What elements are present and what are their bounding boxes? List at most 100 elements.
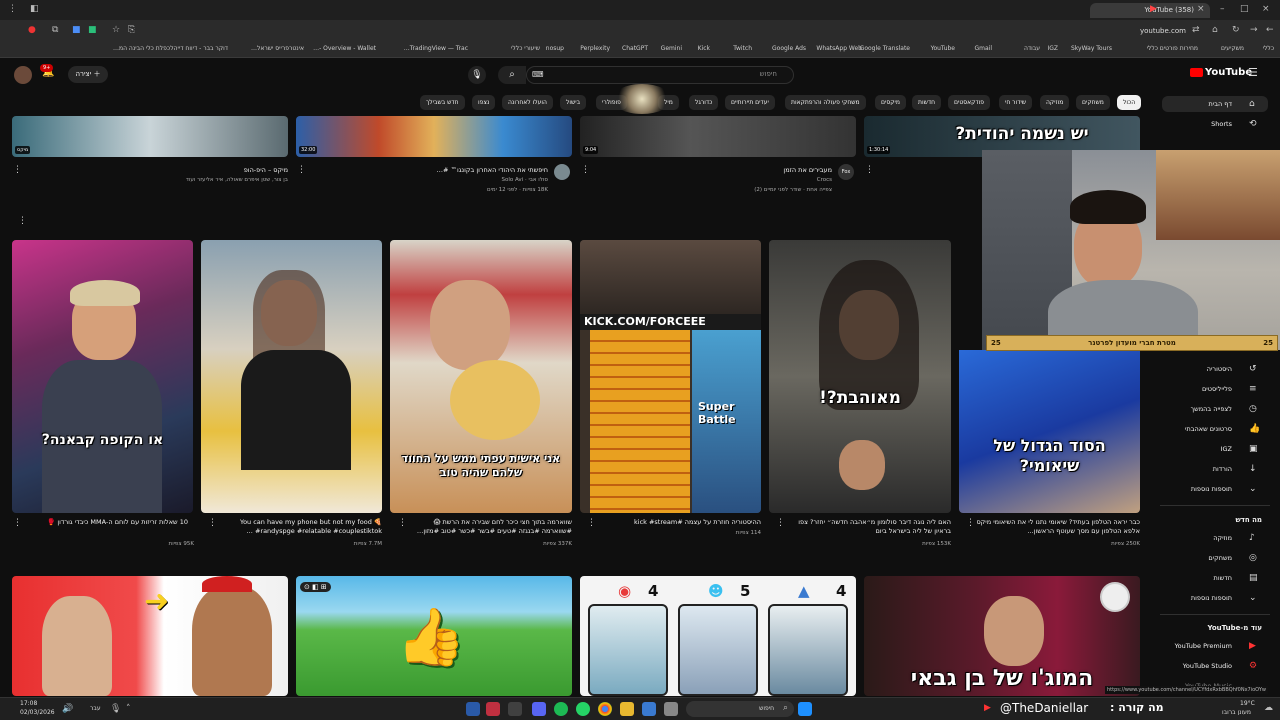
chip-mixes[interactable]: מיקסים bbox=[875, 95, 906, 110]
more-options-icon[interactable]: ⋮ bbox=[865, 165, 874, 175]
chip-news[interactable]: חדשות bbox=[912, 95, 942, 110]
bookmark[interactable]: Overview - Wallet -… bbox=[313, 45, 376, 52]
video-thumbnail[interactable]: ◉ 4 ☻ 5 ▲ 4 bbox=[580, 576, 856, 696]
whatsapp-icon[interactable] bbox=[576, 702, 590, 716]
bookmark[interactable]: שיעורי כללי bbox=[511, 45, 540, 52]
discord-icon[interactable] bbox=[532, 702, 546, 716]
video-title[interactable]: מעבירים את הזמן bbox=[594, 166, 832, 174]
bookmark[interactable]: כפלת כלי הבינה המ… bbox=[113, 45, 170, 52]
shorts-shelf-menu-icon[interactable]: ⋮ bbox=[18, 216, 27, 226]
chip-all[interactable]: הכול bbox=[1117, 95, 1142, 110]
sidebar-item-premium[interactable]: YouTube Premium bbox=[1175, 642, 1232, 650]
bookmark[interactable]: Google Translate bbox=[860, 45, 910, 52]
menu-icon[interactable]: ⋮ bbox=[8, 5, 17, 14]
extension-green-icon[interactable]: ■ bbox=[88, 26, 97, 35]
short-title[interactable]: 10 שאלות זריזות עם לוחם ה-MMA כיבדי גורד… bbox=[24, 518, 188, 526]
sidebar-item-shorts[interactable]: Shorts bbox=[1211, 120, 1232, 128]
channel-avatar[interactable]: Fox bbox=[838, 164, 854, 180]
taskbar-search[interactable]: חיפוש ⌕ bbox=[686, 701, 794, 717]
avatar[interactable] bbox=[14, 66, 32, 84]
short-thumbnail[interactable]: KICK.COM/FORCEEE Super Battle bbox=[580, 240, 761, 513]
video-thumbnail[interactable]: 32:00 bbox=[296, 116, 572, 157]
refresh-icon[interactable]: ↻ bbox=[1232, 26, 1240, 35]
tune-icon[interactable]: ⇄ bbox=[1192, 26, 1200, 35]
short-thumbnail[interactable]: או הקופה קבאנה? bbox=[12, 240, 193, 513]
back-icon[interactable]: ← bbox=[1266, 26, 1274, 35]
sidebar-item-playlists[interactable]: פלייליסטים bbox=[1202, 385, 1232, 393]
bookmark[interactable]: YouTube bbox=[931, 45, 955, 52]
chip-new-for-you[interactable]: חדש בשבילך bbox=[420, 95, 465, 110]
channel-name[interactable]: סולו אבי · Solo Avi bbox=[310, 177, 548, 183]
sidebar-item-liked[interactable]: סרטונים שאהבתי bbox=[1185, 425, 1232, 433]
sidebar-item-downloads[interactable]: הורדות bbox=[1213, 465, 1232, 473]
language-indicator[interactable]: עבר bbox=[90, 705, 101, 712]
more-options-icon[interactable]: ⋮ bbox=[208, 518, 217, 528]
volume-icon[interactable]: 🔊 bbox=[62, 705, 73, 714]
sidebar-item-news[interactable]: חדשות bbox=[1214, 574, 1232, 582]
taskbar-app-icon[interactable] bbox=[664, 702, 678, 716]
video-thumbnail[interactable]: 👍 ⊙ ◧ ⊞ bbox=[296, 576, 572, 696]
chip-live[interactable]: שידור חי bbox=[999, 95, 1033, 110]
video-title[interactable]: מיקס – היפ-הופ bbox=[30, 166, 288, 174]
create-button[interactable]: ＋ יצירה bbox=[68, 66, 108, 83]
clock-date[interactable]: 02/03/2026 bbox=[20, 709, 55, 716]
video-thumbnail[interactable]: המוג'ו של בן גבאי bbox=[864, 576, 1140, 696]
more-options-icon[interactable]: ⋮ bbox=[587, 518, 596, 528]
bookmark[interactable]: Kick bbox=[698, 45, 710, 52]
more-options-icon[interactable]: ⋮ bbox=[581, 165, 590, 175]
hamburger-menu-icon[interactable]: ☰ bbox=[1248, 66, 1258, 79]
screenshot-icon[interactable]: ⧉ bbox=[52, 26, 58, 35]
chip-podcasts[interactable]: פודקאסטים bbox=[948, 95, 991, 110]
microphone-icon[interactable]: 🎙 bbox=[468, 66, 486, 84]
taskbar-app-icon[interactable] bbox=[466, 702, 480, 716]
minimize-icon[interactable]: – bbox=[1220, 5, 1225, 14]
short-title[interactable]: כבר יראה הטלפון בעתיד? שיאומי נתנו לי את… bbox=[976, 518, 1140, 536]
taskbar-app-icon[interactable] bbox=[642, 702, 656, 716]
chip-gaming[interactable]: משחקים bbox=[1076, 95, 1110, 110]
sidebar-item-igz[interactable]: IGZ bbox=[1221, 445, 1232, 453]
spotify-icon[interactable] bbox=[554, 702, 568, 716]
lock-icon[interactable]: ⌂ bbox=[1212, 26, 1218, 35]
bookmark[interactable]: ChatGPT bbox=[622, 45, 648, 52]
sidebar-item-gaming[interactable]: משחקים bbox=[1208, 554, 1232, 562]
windows-start-icon[interactable] bbox=[798, 702, 812, 716]
sidebar-show-more-2[interactable]: תוספות נוספות bbox=[1191, 594, 1232, 602]
channel-avatar[interactable] bbox=[554, 164, 570, 180]
sidebar-item-music[interactable]: מוזיקה bbox=[1213, 534, 1232, 542]
chip-recent[interactable]: הועלו לאחרונה bbox=[502, 95, 553, 110]
search-button[interactable]: ⌕ bbox=[498, 66, 526, 84]
bookmark[interactable]: SkyWay Tours bbox=[1071, 45, 1112, 52]
bookmark[interactable]: Gemini bbox=[661, 45, 682, 52]
bookmark[interactable]: IGZ bbox=[1047, 45, 1058, 52]
bookmark[interactable]: כללי bbox=[1263, 45, 1274, 52]
bookmark[interactable]: אינטרפרייס ישראל… bbox=[251, 45, 304, 52]
bookmark[interactable]: מחירות פורטים כללי bbox=[1147, 45, 1198, 52]
short-title[interactable]: האם ליה נוגה דיבר סולומון מ״אהבה חדשה״ י… bbox=[786, 518, 951, 536]
maximize-icon[interactable]: □ bbox=[1240, 5, 1249, 14]
video-thumbnail[interactable]: 9:04 bbox=[580, 116, 856, 157]
sidebar-show-more[interactable]: תוספות נוספות bbox=[1191, 485, 1232, 493]
sidebar-item-history[interactable]: היסטוריה bbox=[1207, 365, 1232, 373]
youtube-logo[interactable]: YouTube bbox=[1190, 67, 1252, 78]
bookmark[interactable]: Google Ads bbox=[772, 45, 806, 52]
weather-temp[interactable]: 19°C bbox=[1240, 700, 1255, 707]
more-options-icon[interactable]: ⋮ bbox=[398, 518, 407, 528]
chip-watched[interactable]: נצפו bbox=[472, 95, 496, 110]
mic-tray-icon[interactable]: 🎙 bbox=[110, 705, 121, 714]
chrome-icon[interactable] bbox=[598, 702, 612, 716]
short-title[interactable]: ההיסטוריה חוזרת על עצמה #kick #stream bbox=[597, 518, 761, 526]
chip-soccer[interactable]: כדורגל bbox=[689, 95, 719, 110]
close-tab-icon[interactable]: × bbox=[1197, 5, 1205, 14]
chip-action-adventure[interactable]: משחקי פעולה והרפתקאות bbox=[785, 95, 866, 110]
bookmark[interactable]: nosup bbox=[546, 45, 564, 52]
channel-name[interactable]: Crocs bbox=[594, 177, 832, 183]
more-options-icon[interactable]: ⋮ bbox=[13, 165, 22, 175]
bookmark[interactable]: משקיעים bbox=[1221, 45, 1244, 52]
extension-blue-icon[interactable]: ■ bbox=[72, 26, 81, 35]
close-window-icon[interactable]: × bbox=[1262, 5, 1270, 14]
bookmark[interactable]: דוקר בבר - דיווח דייהל bbox=[170, 45, 228, 52]
sidebar-item-studio[interactable]: YouTube Studio bbox=[1183, 662, 1232, 670]
more-options-icon[interactable]: ⋮ bbox=[13, 518, 22, 528]
chip-music[interactable]: מוזיקה bbox=[1040, 95, 1070, 110]
extension-icon[interactable]: ◧ bbox=[30, 5, 39, 14]
